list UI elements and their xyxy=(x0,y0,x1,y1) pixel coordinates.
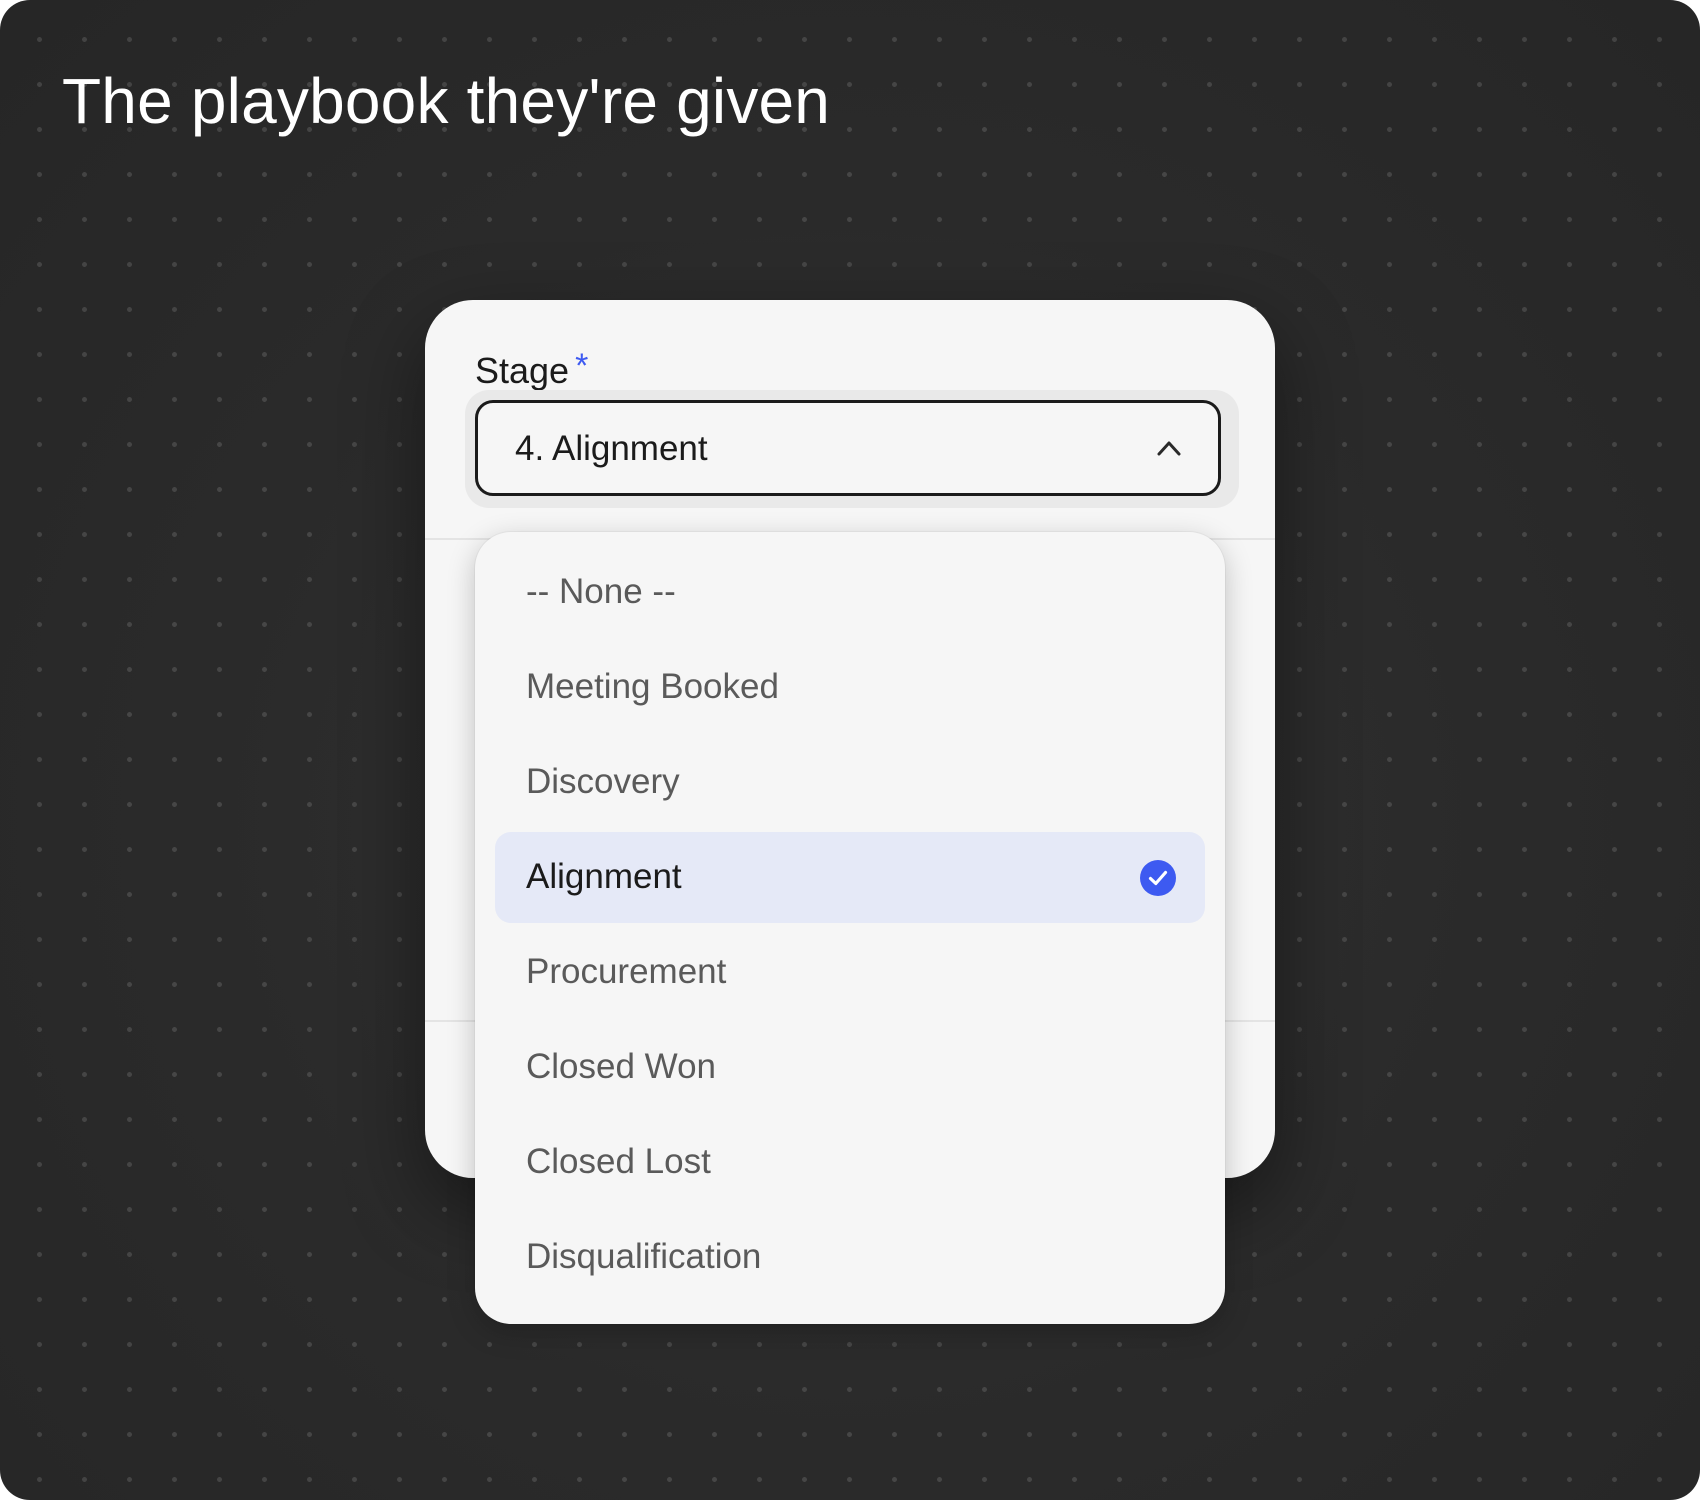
option-label: Meeting Booked xyxy=(526,667,779,706)
option-label: Procurement xyxy=(526,952,727,991)
required-asterisk: * xyxy=(575,347,589,385)
option-disqualification[interactable]: Disqualification xyxy=(495,1212,1205,1303)
option-label: Closed Lost xyxy=(526,1142,711,1181)
page-headline: The playbook they're given xyxy=(62,65,831,137)
stage-field-label: Stage * xyxy=(475,344,588,393)
option-label: Closed Won xyxy=(526,1047,717,1086)
stage-dropdown-menu: -- None -- Meeting Booked Discovery Alig… xyxy=(475,532,1225,1324)
option-label: Discovery xyxy=(526,762,680,801)
option-label: -- None -- xyxy=(526,572,676,611)
option-none[interactable]: -- None -- xyxy=(495,547,1205,638)
option-meeting-booked[interactable]: Meeting Booked xyxy=(495,642,1205,733)
stage-select-value: 4. Alignment xyxy=(515,429,708,468)
option-alignment[interactable]: Alignment xyxy=(495,832,1205,923)
option-label: Disqualification xyxy=(526,1237,762,1276)
stage-select[interactable]: 4. Alignment xyxy=(475,400,1221,496)
option-closed-lost[interactable]: Closed Lost xyxy=(495,1117,1205,1208)
option-closed-won[interactable]: Closed Won xyxy=(495,1022,1205,1113)
option-procurement[interactable]: Procurement xyxy=(495,927,1205,1018)
option-label: Alignment xyxy=(526,857,682,896)
stage-label-text: Stage xyxy=(475,350,570,391)
chevron-up-icon[interactable] xyxy=(1156,437,1182,459)
check-circle-icon xyxy=(1140,860,1176,896)
canvas: The playbook they're given Stage * 4. Ali… xyxy=(0,0,1700,1500)
option-discovery[interactable]: Discovery xyxy=(495,737,1205,828)
